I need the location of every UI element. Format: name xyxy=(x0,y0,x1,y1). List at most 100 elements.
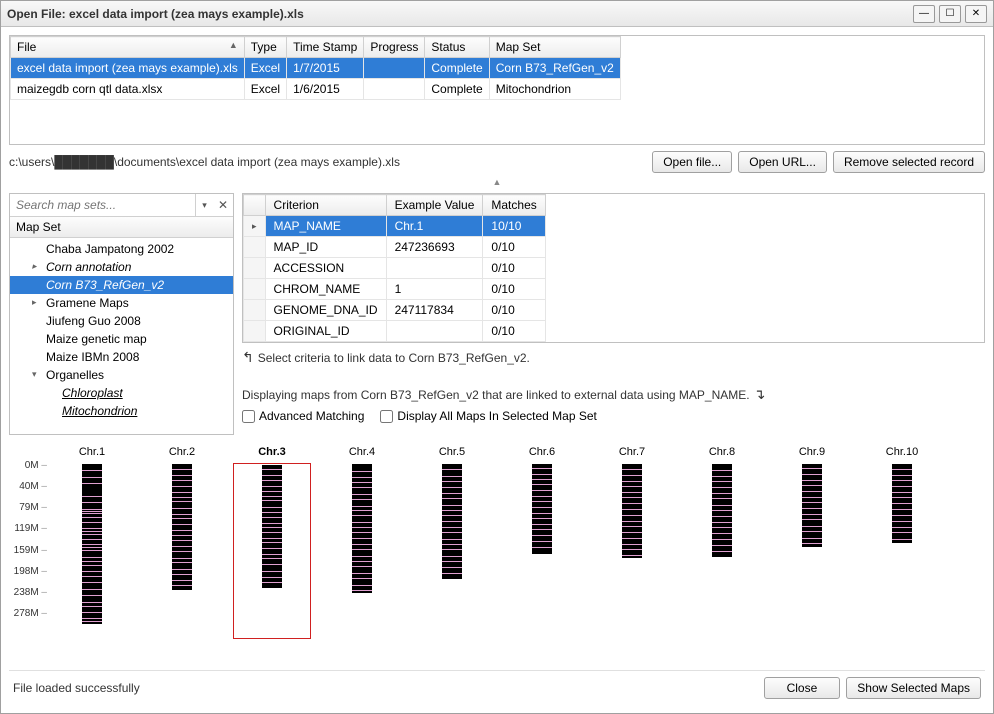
tree-expander-icon[interactable]: ▾ xyxy=(32,369,42,380)
chromosome-band xyxy=(622,549,642,550)
chromosome-band xyxy=(442,505,462,506)
chromosome[interactable]: Chr.2 xyxy=(139,446,225,590)
chromosome[interactable]: Chr.6 xyxy=(499,446,585,554)
criteria-row[interactable]: GENOME_DNA_ID2471178340/10 xyxy=(244,300,546,321)
chromosome-body[interactable] xyxy=(802,464,822,547)
tree-item[interactable]: ▸Corn annotation xyxy=(10,258,233,276)
chromosome-body[interactable] xyxy=(622,464,642,558)
show-selected-maps-button[interactable]: Show Selected Maps xyxy=(846,677,981,699)
file-table-header[interactable]: Map Set xyxy=(489,37,620,58)
maximize-button[interactable]: ☐ xyxy=(939,5,961,23)
chromosome-band xyxy=(802,474,822,475)
tree-item[interactable]: Mitochondrion xyxy=(10,402,233,420)
open-file-dialog: Open File: excel data import (zea mays e… xyxy=(0,0,994,714)
file-table-header[interactable]: Type xyxy=(244,37,286,58)
criteria-row[interactable]: CHROM_NAME10/10 xyxy=(244,279,546,300)
file-table-header[interactable]: Progress xyxy=(364,37,425,58)
chromosome-band xyxy=(352,471,372,472)
chromosome-wrap: Chr.1 Chr.2Chr.3Chr.4Chr.5Chr.6Chr.7Chr.8… xyxy=(49,446,985,664)
chromosome[interactable]: Chr.9 xyxy=(769,446,855,547)
search-dropdown-icon[interactable]: ▾ xyxy=(195,194,213,216)
chromosome[interactable]: Chr.4 xyxy=(319,446,405,593)
criteria-header[interactable]: Matches xyxy=(483,195,545,216)
chromosome-body[interactable] xyxy=(532,464,552,554)
criteria-row[interactable]: ACCESSION0/10 xyxy=(244,258,546,279)
chromosome[interactable]: Chr.1 xyxy=(49,446,135,624)
chromosome-body[interactable] xyxy=(82,464,102,624)
chromosome-band xyxy=(802,480,822,481)
axis-tick: 40M – xyxy=(19,481,47,492)
close-window-button[interactable]: ✕ xyxy=(965,5,987,23)
chromosome-band xyxy=(712,510,732,511)
open-url-button[interactable]: Open URL... xyxy=(738,151,827,173)
chromosome-body[interactable] xyxy=(352,464,372,593)
chromosome-band xyxy=(532,484,552,485)
criteria-header[interactable]: Criterion xyxy=(265,195,386,216)
chromosome[interactable]: Chr.5 xyxy=(409,446,495,579)
criteria-row[interactable]: ORIGINAL_ID0/10 xyxy=(244,321,546,342)
chromosome-band xyxy=(172,514,192,515)
tree-item[interactable]: Maize genetic map xyxy=(10,330,233,348)
chromosome-band xyxy=(442,532,462,533)
chromosome-band xyxy=(622,538,642,539)
chromosome-band xyxy=(82,606,102,607)
tree-expander-icon[interactable]: ▸ xyxy=(32,261,42,272)
hint2-text: Displaying maps from Corn B73_RefGen_v2 … xyxy=(242,388,750,402)
tree-item[interactable]: Maize IBMn 2008 xyxy=(10,348,233,366)
chromosome-body[interactable] xyxy=(712,464,732,557)
mid-row: ▾ ✕ Map Set Chaba Jampatong 2002▸Corn an… xyxy=(9,193,985,435)
tree-item[interactable]: Chloroplast xyxy=(10,384,233,402)
chromosome-band xyxy=(712,522,732,523)
criteria-row[interactable]: MAP_ID2472366930/10 xyxy=(244,237,546,258)
path-row: c:\users\███████\documents\excel data im… xyxy=(9,151,985,173)
tree-expander-icon[interactable]: ▸ xyxy=(32,297,42,308)
file-table-header[interactable]: Time Stamp xyxy=(287,37,364,58)
criteria-table: CriterionExample ValueMatches ▸MAP_NAMEC… xyxy=(242,193,985,343)
close-button[interactable]: Close xyxy=(764,677,841,699)
axis-tick: 119M – xyxy=(14,523,47,534)
chromosome-band xyxy=(82,496,102,497)
open-file-button[interactable]: Open file... xyxy=(652,151,732,173)
chromosome[interactable]: Chr.10 xyxy=(859,446,945,543)
chromosome-band xyxy=(532,468,552,469)
chromosome[interactable]: Chr.3 xyxy=(229,446,315,639)
chromosome-body[interactable] xyxy=(892,464,912,543)
split-handle-icon[interactable]: ▲ xyxy=(9,179,985,187)
chromosome-band xyxy=(532,490,552,491)
search-input[interactable] xyxy=(10,194,195,216)
chromosome-body[interactable] xyxy=(172,464,192,590)
chromosome[interactable]: Chr.8 xyxy=(679,446,765,557)
clear-search-icon[interactable]: ✕ xyxy=(213,194,233,216)
tree-item[interactable]: Corn B73_RefGen_v2 xyxy=(10,276,233,294)
file-row[interactable]: maizegdb corn qtl data.xlsxExcel1/6/2015… xyxy=(11,79,621,100)
chromosome-band xyxy=(712,470,732,471)
file-row[interactable]: excel data import (zea mays example).xls… xyxy=(11,58,621,79)
chromosome-band xyxy=(802,497,822,498)
chromosome-label: Chr.1 xyxy=(79,446,105,460)
chromosome-band xyxy=(892,492,912,493)
tree-item[interactable]: ▾Organelles xyxy=(10,366,233,384)
mapset-header[interactable]: Map Set xyxy=(10,217,233,238)
file-table-header[interactable]: Status xyxy=(425,37,489,58)
chromosome-band xyxy=(172,469,192,470)
remove-record-button[interactable]: Remove selected record xyxy=(833,151,985,173)
criteria-header[interactable]: Example Value xyxy=(386,195,483,216)
tree-item[interactable]: Jiufeng Guo 2008 xyxy=(10,312,233,330)
tree-item[interactable]: ▸Gramene Maps xyxy=(10,294,233,312)
chromosome-body[interactable] xyxy=(262,465,282,588)
chromosome-band xyxy=(622,544,642,545)
chromosome-band xyxy=(892,539,912,540)
chromosome-band xyxy=(442,521,462,522)
chromosome-label: Chr.9 xyxy=(799,446,825,460)
chromosome-band xyxy=(172,574,192,575)
criteria-row[interactable]: ▸MAP_NAMEChr.110/10 xyxy=(244,216,546,237)
file-path: c:\users\███████\documents\excel data im… xyxy=(9,155,646,169)
minimize-button[interactable]: — xyxy=(913,5,935,23)
tree-item[interactable]: Chaba Jampatong 2002 xyxy=(10,240,233,258)
file-table-header[interactable]: File▲ xyxy=(11,37,245,58)
chromosome-body[interactable] xyxy=(442,464,462,579)
chromosome[interactable]: Chr.7 xyxy=(589,446,675,558)
advanced-matching-checkbox[interactable]: Advanced Matching xyxy=(242,409,364,423)
display-all-maps-checkbox[interactable]: Display All Maps In Selected Map Set xyxy=(380,409,596,423)
chromosome-band xyxy=(352,487,372,488)
